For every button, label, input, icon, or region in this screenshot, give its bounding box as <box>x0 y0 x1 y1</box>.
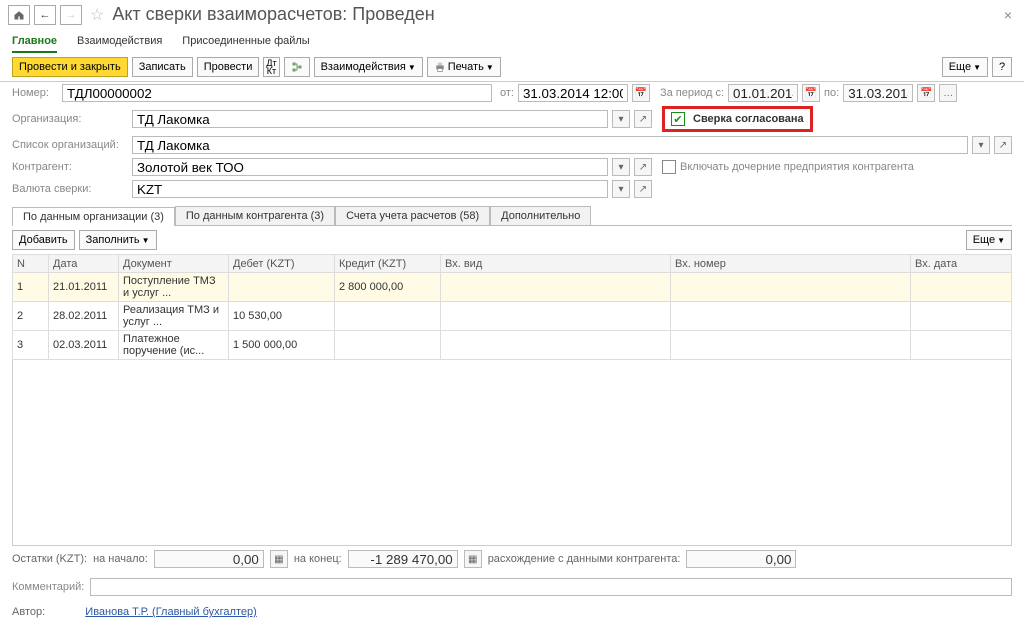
add-button[interactable]: Добавить <box>12 230 75 250</box>
period-to-label: по: <box>824 87 839 99</box>
number-input[interactable] <box>62 84 492 102</box>
col-credit[interactable]: Кредит (KZT) <box>335 255 441 273</box>
dt-kt-button[interactable]: ДтКт <box>263 57 279 77</box>
org-label: Организация: <box>12 113 128 125</box>
tab-files[interactable]: Присоединенные файлы <box>182 31 309 53</box>
org-open-icon[interactable]: ↗ <box>634 110 652 128</box>
start-label: на начало: <box>93 553 148 565</box>
org-dropdown-icon[interactable]: ▾ <box>612 110 630 128</box>
subtable-more-button[interactable]: Еще▼ <box>966 230 1012 250</box>
period-to-cal-icon[interactable]: 📅 <box>917 84 935 102</box>
structure-button[interactable] <box>284 57 310 77</box>
period-label: За период с: <box>660 87 724 99</box>
org-list-input[interactable] <box>132 136 968 154</box>
approved-highlight: ✔ Сверка согласована <box>662 106 813 132</box>
back-button[interactable]: ← <box>34 5 56 25</box>
col-debit[interactable]: Дебет (KZT) <box>229 255 335 273</box>
tab-interactions[interactable]: Взаимодействия <box>77 31 162 53</box>
comment-label: Комментарий: <box>12 581 84 593</box>
subtab-additional[interactable]: Дополнительно <box>490 206 591 225</box>
post-and-close-button[interactable]: Провести и закрыть <box>12 57 128 77</box>
diff-balance <box>686 550 796 568</box>
table-row[interactable]: 121.01.2011Поступление ТМЗ и услуг ...2 … <box>13 273 1012 302</box>
include-children-label: Включать дочерние предприятия контрагент… <box>680 161 914 173</box>
currency-open-icon[interactable]: ↗ <box>634 180 652 198</box>
table-row[interactable]: 228.02.2011Реализация ТМЗ и услуг ...10 … <box>13 302 1012 331</box>
reconciliation-table: N Дата Документ Дебет (KZT) Кредит (KZT)… <box>12 254 1012 360</box>
post-button[interactable]: Провести <box>197 57 260 77</box>
close-icon[interactable]: × <box>1000 7 1016 23</box>
org-list-dropdown-icon[interactable]: ▾ <box>972 136 990 154</box>
subtab-org-data[interactable]: По данным организации (3) <box>12 207 175 226</box>
counterparty-dropdown-icon[interactable]: ▾ <box>612 158 630 176</box>
org-list-open-icon[interactable]: ↗ <box>994 136 1012 154</box>
period-from-cal-icon[interactable]: 📅 <box>802 84 820 102</box>
org-input[interactable] <box>132 110 608 128</box>
table-scroll[interactable] <box>12 360 1012 546</box>
col-in-type[interactable]: Вх. вид <box>441 255 671 273</box>
start-calc-icon[interactable]: ▦ <box>270 550 288 568</box>
start-balance <box>154 550 264 568</box>
org-list-label: Список организаций: <box>12 139 128 151</box>
table-row[interactable]: 302.03.2011Платежное поручение (ис...1 5… <box>13 331 1012 360</box>
end-label: на конец: <box>294 553 342 565</box>
currency-dropdown-icon[interactable]: ▾ <box>612 180 630 198</box>
col-date[interactable]: Дата <box>49 255 119 273</box>
period-from-input[interactable] <box>728 84 798 102</box>
end-calc-icon[interactable]: ▦ <box>464 550 482 568</box>
print-button[interactable]: Печать▼ <box>427 57 501 77</box>
col-n[interactable]: N <box>13 255 49 273</box>
forward-button[interactable]: → <box>60 5 82 25</box>
tab-main[interactable]: Главное <box>12 31 57 53</box>
subtab-counterparty-data[interactable]: По данным контрагента (3) <box>175 206 335 225</box>
page-title: Акт сверки взаиморасчетов: Проведен <box>112 4 995 25</box>
date-input[interactable] <box>518 84 628 102</box>
from-label: от: <box>500 87 514 99</box>
subtab-accounts[interactable]: Счета учета расчетов (58) <box>335 206 490 225</box>
favorite-icon[interactable]: ☆ <box>86 5 108 25</box>
author-link[interactable]: Иванова Т.Р. (Главный бухгалтер) <box>85 606 257 618</box>
end-balance <box>348 550 458 568</box>
author-label: Автор: <box>12 606 45 618</box>
currency-input[interactable] <box>132 180 608 198</box>
period-to-input[interactable] <box>843 84 913 102</box>
home-button[interactable] <box>8 5 30 25</box>
more-button[interactable]: Еще▼ <box>942 57 988 77</box>
approved-label: Сверка согласована <box>693 113 804 125</box>
number-label: Номер: <box>12 87 58 99</box>
col-in-num[interactable]: Вх. номер <box>671 255 911 273</box>
col-in-date[interactable]: Вх. дата <box>911 255 1012 273</box>
period-select-button[interactable]: … <box>939 84 957 102</box>
balances-label: Остатки (KZT): <box>12 553 87 565</box>
diff-label: расхождение с данными контрагента: <box>488 553 681 565</box>
date-picker-icon[interactable]: 📅 <box>632 84 650 102</box>
help-button[interactable]: ? <box>992 57 1012 77</box>
comment-input[interactable] <box>90 578 1012 596</box>
interactions-button[interactable]: Взаимодействия▼ <box>314 57 423 77</box>
counterparty-open-icon[interactable]: ↗ <box>634 158 652 176</box>
currency-label: Валюта сверки: <box>12 183 128 195</box>
approved-checkbox[interactable]: ✔ <box>671 112 685 126</box>
counterparty-label: Контрагент: <box>12 161 128 173</box>
fill-button[interactable]: Заполнить▼ <box>79 230 157 250</box>
counterparty-input[interactable] <box>132 158 608 176</box>
include-children-checkbox[interactable] <box>662 160 676 174</box>
col-doc[interactable]: Документ <box>119 255 229 273</box>
main-nav: Главное Взаимодействия Присоединенные фа… <box>0 25 1024 53</box>
save-button[interactable]: Записать <box>132 57 193 77</box>
